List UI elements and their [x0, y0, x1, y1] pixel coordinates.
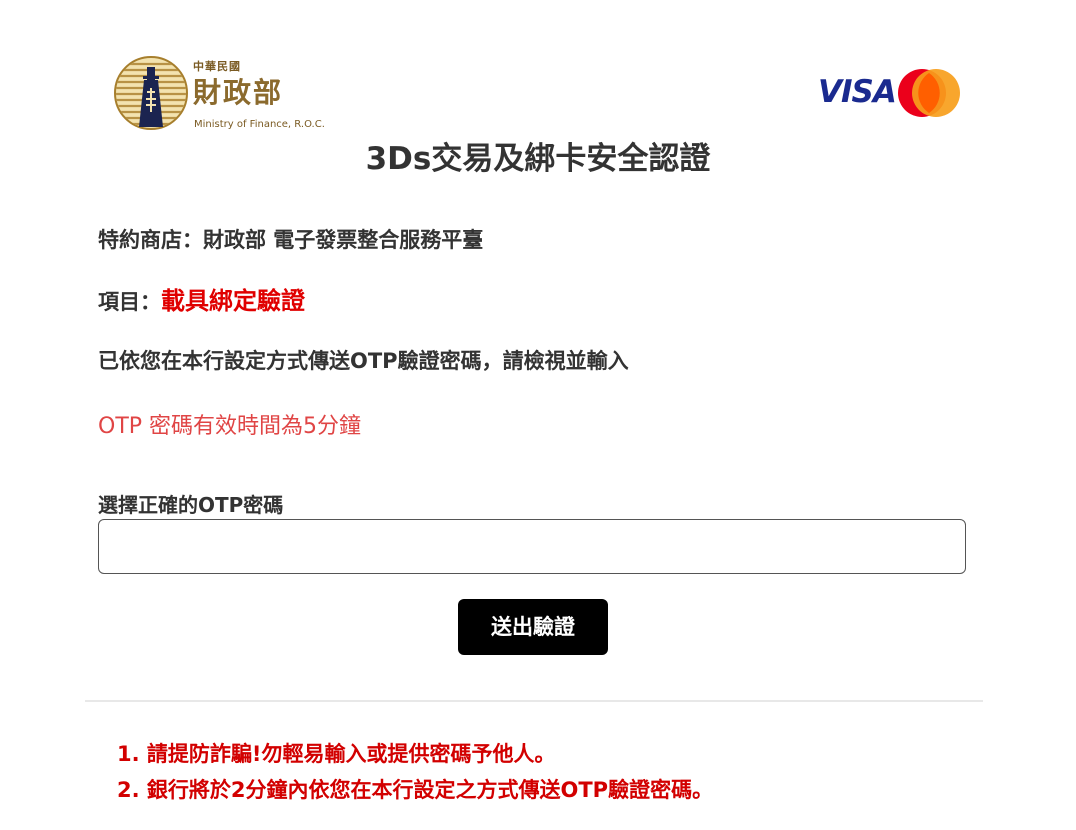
item-label: 項目： — [98, 290, 161, 314]
mastercard-logo-icon — [898, 69, 960, 117]
submit-verification-button[interactable]: 送出驗證 — [458, 599, 608, 655]
otp-input[interactable] — [98, 519, 966, 574]
logo-small-text: 中華民國 — [193, 60, 241, 73]
merchant-label: 特約商店： — [98, 228, 203, 252]
otp-sent-message: 已依您在本行設定方式傳送OTP驗證密碼，請檢視並輸入 — [98, 349, 629, 373]
item-line: 項目：載具綁定驗證 — [98, 287, 305, 316]
logo-english-text: Ministry of Finance, R.O.C. — [194, 119, 325, 130]
logo-name-text: 財政部 — [193, 76, 284, 109]
ministry-emblem-icon — [114, 56, 188, 130]
otp-field-label: 選擇正確的OTP密碼 — [98, 493, 284, 517]
merchant-line: 特約商店：財政部 電子發票整合服務平臺 — [98, 226, 483, 254]
ministry-logo-text: 中華民國 財政部 Ministry of Finance, R.O.C. — [193, 56, 333, 134]
security-note-item: 1. 請提防詐騙!勿輕易輸入或提供密碼予他人。 — [117, 742, 556, 766]
security-notes: 1. 請提防詐騙!勿輕易輸入或提供密碼予他人。 2. 銀行將於2分鐘內依您在本行… — [117, 736, 713, 808]
merchant-value: 財政部 電子發票整合服務平臺 — [203, 228, 484, 252]
page-title: 3Ds交易及綁卡安全認證 — [365, 141, 711, 177]
ministry-logo: 中華民國 財政部 Ministry of Finance, R.O.C. — [113, 52, 325, 134]
otp-valid-message: OTP 密碼有效時間為5分鐘 — [98, 414, 362, 439]
security-note-item: 2. 銀行將於2分鐘內依您在本行設定之方式傳送OTP驗證密碼。 — [117, 778, 714, 802]
section-divider — [85, 700, 983, 702]
card-brand-logos: VISA — [818, 66, 963, 120]
visa-logo: VISA — [818, 74, 897, 110]
item-value: 載具綁定驗證 — [161, 287, 305, 315]
